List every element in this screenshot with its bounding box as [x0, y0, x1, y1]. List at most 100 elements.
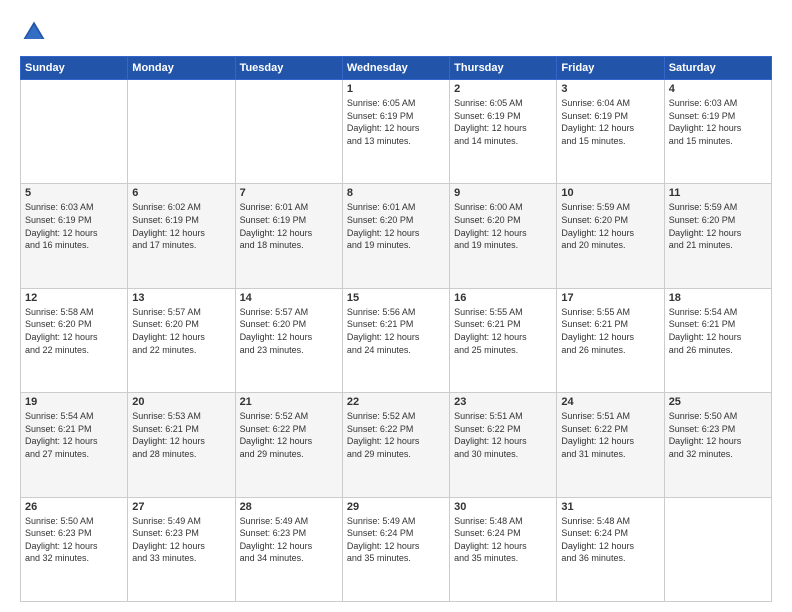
day-info: Sunrise: 5:52 AM Sunset: 6:22 PM Dayligh… — [347, 410, 445, 460]
week-row-3: 12 Sunrise: 5:58 AM Sunset: 6:20 PM Dayli… — [21, 288, 772, 392]
weekday-header-wednesday: Wednesday — [342, 57, 449, 80]
day-number: 29 — [347, 501, 445, 513]
calendar-cell — [128, 80, 235, 184]
calendar-cell: 12 Sunrise: 5:58 AM Sunset: 6:20 PM Dayli… — [21, 288, 128, 392]
calendar: SundayMondayTuesdayWednesdayThursdayFrid… — [20, 56, 772, 602]
day-number: 5 — [25, 187, 123, 199]
day-info: Sunrise: 5:56 AM Sunset: 6:21 PM Dayligh… — [347, 306, 445, 356]
week-row-1: 1 Sunrise: 6:05 AM Sunset: 6:19 PM Daylig… — [21, 80, 772, 184]
day-info: Sunrise: 5:57 AM Sunset: 6:20 PM Dayligh… — [240, 306, 338, 356]
day-info: Sunrise: 5:50 AM Sunset: 6:23 PM Dayligh… — [25, 515, 123, 565]
day-info: Sunrise: 5:52 AM Sunset: 6:22 PM Dayligh… — [240, 410, 338, 460]
day-info: Sunrise: 5:49 AM Sunset: 6:23 PM Dayligh… — [240, 515, 338, 565]
calendar-cell: 30 Sunrise: 5:48 AM Sunset: 6:24 PM Dayli… — [450, 497, 557, 601]
day-info: Sunrise: 6:01 AM Sunset: 6:19 PM Dayligh… — [240, 201, 338, 251]
day-info: Sunrise: 6:04 AM Sunset: 6:19 PM Dayligh… — [561, 97, 659, 147]
calendar-cell: 23 Sunrise: 5:51 AM Sunset: 6:22 PM Dayli… — [450, 393, 557, 497]
day-number: 30 — [454, 501, 552, 513]
calendar-cell: 21 Sunrise: 5:52 AM Sunset: 6:22 PM Dayli… — [235, 393, 342, 497]
day-info: Sunrise: 5:51 AM Sunset: 6:22 PM Dayligh… — [454, 410, 552, 460]
weekday-header-friday: Friday — [557, 57, 664, 80]
day-number: 12 — [25, 292, 123, 304]
calendar-cell: 24Sunrise: 5:51 AM Sunset: 6:22 PM Dayli… — [557, 393, 664, 497]
day-number: 1 — [347, 83, 445, 95]
calendar-cell: 1Sunrise: 6:05 AM Sunset: 6:19 PM Daylig… — [342, 80, 449, 184]
day-info: Sunrise: 6:00 AM Sunset: 6:20 PM Dayligh… — [454, 201, 552, 251]
day-info: Sunrise: 5:58 AM Sunset: 6:20 PM Dayligh… — [25, 306, 123, 356]
day-info: Sunrise: 5:49 AM Sunset: 6:24 PM Dayligh… — [347, 515, 445, 565]
day-number: 27 — [132, 501, 230, 513]
calendar-cell: 16 Sunrise: 5:55 AM Sunset: 6:21 PM Dayli… — [450, 288, 557, 392]
calendar-cell: 29 Sunrise: 5:49 AM Sunset: 6:24 PM Dayli… — [342, 497, 449, 601]
logo — [20, 18, 52, 46]
calendar-cell: 5 Sunrise: 6:03 AM Sunset: 6:19 PM Daylig… — [21, 184, 128, 288]
day-number: 6 — [132, 187, 230, 199]
calendar-cell: 14 Sunrise: 5:57 AM Sunset: 6:20 PM Dayli… — [235, 288, 342, 392]
calendar-cell: 8Sunrise: 6:01 AM Sunset: 6:20 PM Daylig… — [342, 184, 449, 288]
day-info: Sunrise: 5:55 AM Sunset: 6:21 PM Dayligh… — [454, 306, 552, 356]
day-number: 10 — [561, 187, 659, 199]
calendar-cell: 11Sunrise: 5:59 AM Sunset: 6:20 PM Dayli… — [664, 184, 771, 288]
day-number: 2 — [454, 83, 552, 95]
calendar-cell: 27 Sunrise: 5:49 AM Sunset: 6:23 PM Dayli… — [128, 497, 235, 601]
day-number: 28 — [240, 501, 338, 513]
day-info: Sunrise: 6:03 AM Sunset: 6:19 PM Dayligh… — [25, 201, 123, 251]
logo-icon — [20, 18, 48, 46]
day-number: 20 — [132, 396, 230, 408]
calendar-cell: 10 Sunrise: 5:59 AM Sunset: 6:20 PM Dayli… — [557, 184, 664, 288]
weekday-header-thursday: Thursday — [450, 57, 557, 80]
weekday-header-saturday: Saturday — [664, 57, 771, 80]
day-info: Sunrise: 6:03 AM Sunset: 6:19 PM Dayligh… — [669, 97, 767, 147]
day-info: Sunrise: 5:55 AM Sunset: 6:21 PM Dayligh… — [561, 306, 659, 356]
day-info: Sunrise: 6:01 AM Sunset: 6:20 PM Dayligh… — [347, 201, 445, 251]
day-info: Sunrise: 5:57 AM Sunset: 6:20 PM Dayligh… — [132, 306, 230, 356]
calendar-cell: 4Sunrise: 6:03 AM Sunset: 6:19 PM Daylig… — [664, 80, 771, 184]
day-number: 24 — [561, 396, 659, 408]
day-number: 14 — [240, 292, 338, 304]
week-row-4: 19 Sunrise: 5:54 AM Sunset: 6:21 PM Dayli… — [21, 393, 772, 497]
calendar-cell: 2 Sunrise: 6:05 AM Sunset: 6:19 PM Daylig… — [450, 80, 557, 184]
day-info: Sunrise: 5:54 AM Sunset: 6:21 PM Dayligh… — [25, 410, 123, 460]
day-number: 22 — [347, 396, 445, 408]
calendar-cell: 18Sunrise: 5:54 AM Sunset: 6:21 PM Dayli… — [664, 288, 771, 392]
calendar-cell: 17Sunrise: 5:55 AM Sunset: 6:21 PM Dayli… — [557, 288, 664, 392]
day-number: 31 — [561, 501, 659, 513]
day-number: 21 — [240, 396, 338, 408]
calendar-cell: 7 Sunrise: 6:01 AM Sunset: 6:19 PM Daylig… — [235, 184, 342, 288]
calendar-cell: 22 Sunrise: 5:52 AM Sunset: 6:22 PM Dayli… — [342, 393, 449, 497]
calendar-cell: 26Sunrise: 5:50 AM Sunset: 6:23 PM Dayli… — [21, 497, 128, 601]
calendar-cell — [21, 80, 128, 184]
day-number: 16 — [454, 292, 552, 304]
day-info: Sunrise: 5:50 AM Sunset: 6:23 PM Dayligh… — [669, 410, 767, 460]
calendar-cell: 6Sunrise: 6:02 AM Sunset: 6:19 PM Daylig… — [128, 184, 235, 288]
week-row-5: 26Sunrise: 5:50 AM Sunset: 6:23 PM Dayli… — [21, 497, 772, 601]
day-number: 15 — [347, 292, 445, 304]
calendar-cell: 9 Sunrise: 6:00 AM Sunset: 6:20 PM Daylig… — [450, 184, 557, 288]
day-number: 19 — [25, 396, 123, 408]
calendar-cell: 19 Sunrise: 5:54 AM Sunset: 6:21 PM Dayli… — [21, 393, 128, 497]
day-number: 11 — [669, 187, 767, 199]
day-number: 7 — [240, 187, 338, 199]
weekday-header-monday: Monday — [128, 57, 235, 80]
week-row-2: 5 Sunrise: 6:03 AM Sunset: 6:19 PM Daylig… — [21, 184, 772, 288]
calendar-cell: 28 Sunrise: 5:49 AM Sunset: 6:23 PM Dayli… — [235, 497, 342, 601]
header — [20, 18, 772, 46]
day-info: Sunrise: 5:53 AM Sunset: 6:21 PM Dayligh… — [132, 410, 230, 460]
day-info: Sunrise: 5:48 AM Sunset: 6:24 PM Dayligh… — [454, 515, 552, 565]
calendar-cell: 25 Sunrise: 5:50 AM Sunset: 6:23 PM Dayli… — [664, 393, 771, 497]
day-info: Sunrise: 5:59 AM Sunset: 6:20 PM Dayligh… — [561, 201, 659, 251]
day-number: 3 — [561, 83, 659, 95]
day-number: 9 — [454, 187, 552, 199]
calendar-cell: 3 Sunrise: 6:04 AM Sunset: 6:19 PM Daylig… — [557, 80, 664, 184]
day-number: 25 — [669, 396, 767, 408]
day-number: 23 — [454, 396, 552, 408]
weekday-header-tuesday: Tuesday — [235, 57, 342, 80]
calendar-cell: 31Sunrise: 5:48 AM Sunset: 6:24 PM Dayli… — [557, 497, 664, 601]
day-number: 13 — [132, 292, 230, 304]
day-info: Sunrise: 6:05 AM Sunset: 6:19 PM Dayligh… — [454, 97, 552, 147]
calendar-cell — [664, 497, 771, 601]
calendar-cell — [235, 80, 342, 184]
weekday-header-sunday: Sunday — [21, 57, 128, 80]
day-info: Sunrise: 5:49 AM Sunset: 6:23 PM Dayligh… — [132, 515, 230, 565]
day-info: Sunrise: 5:54 AM Sunset: 6:21 PM Dayligh… — [669, 306, 767, 356]
